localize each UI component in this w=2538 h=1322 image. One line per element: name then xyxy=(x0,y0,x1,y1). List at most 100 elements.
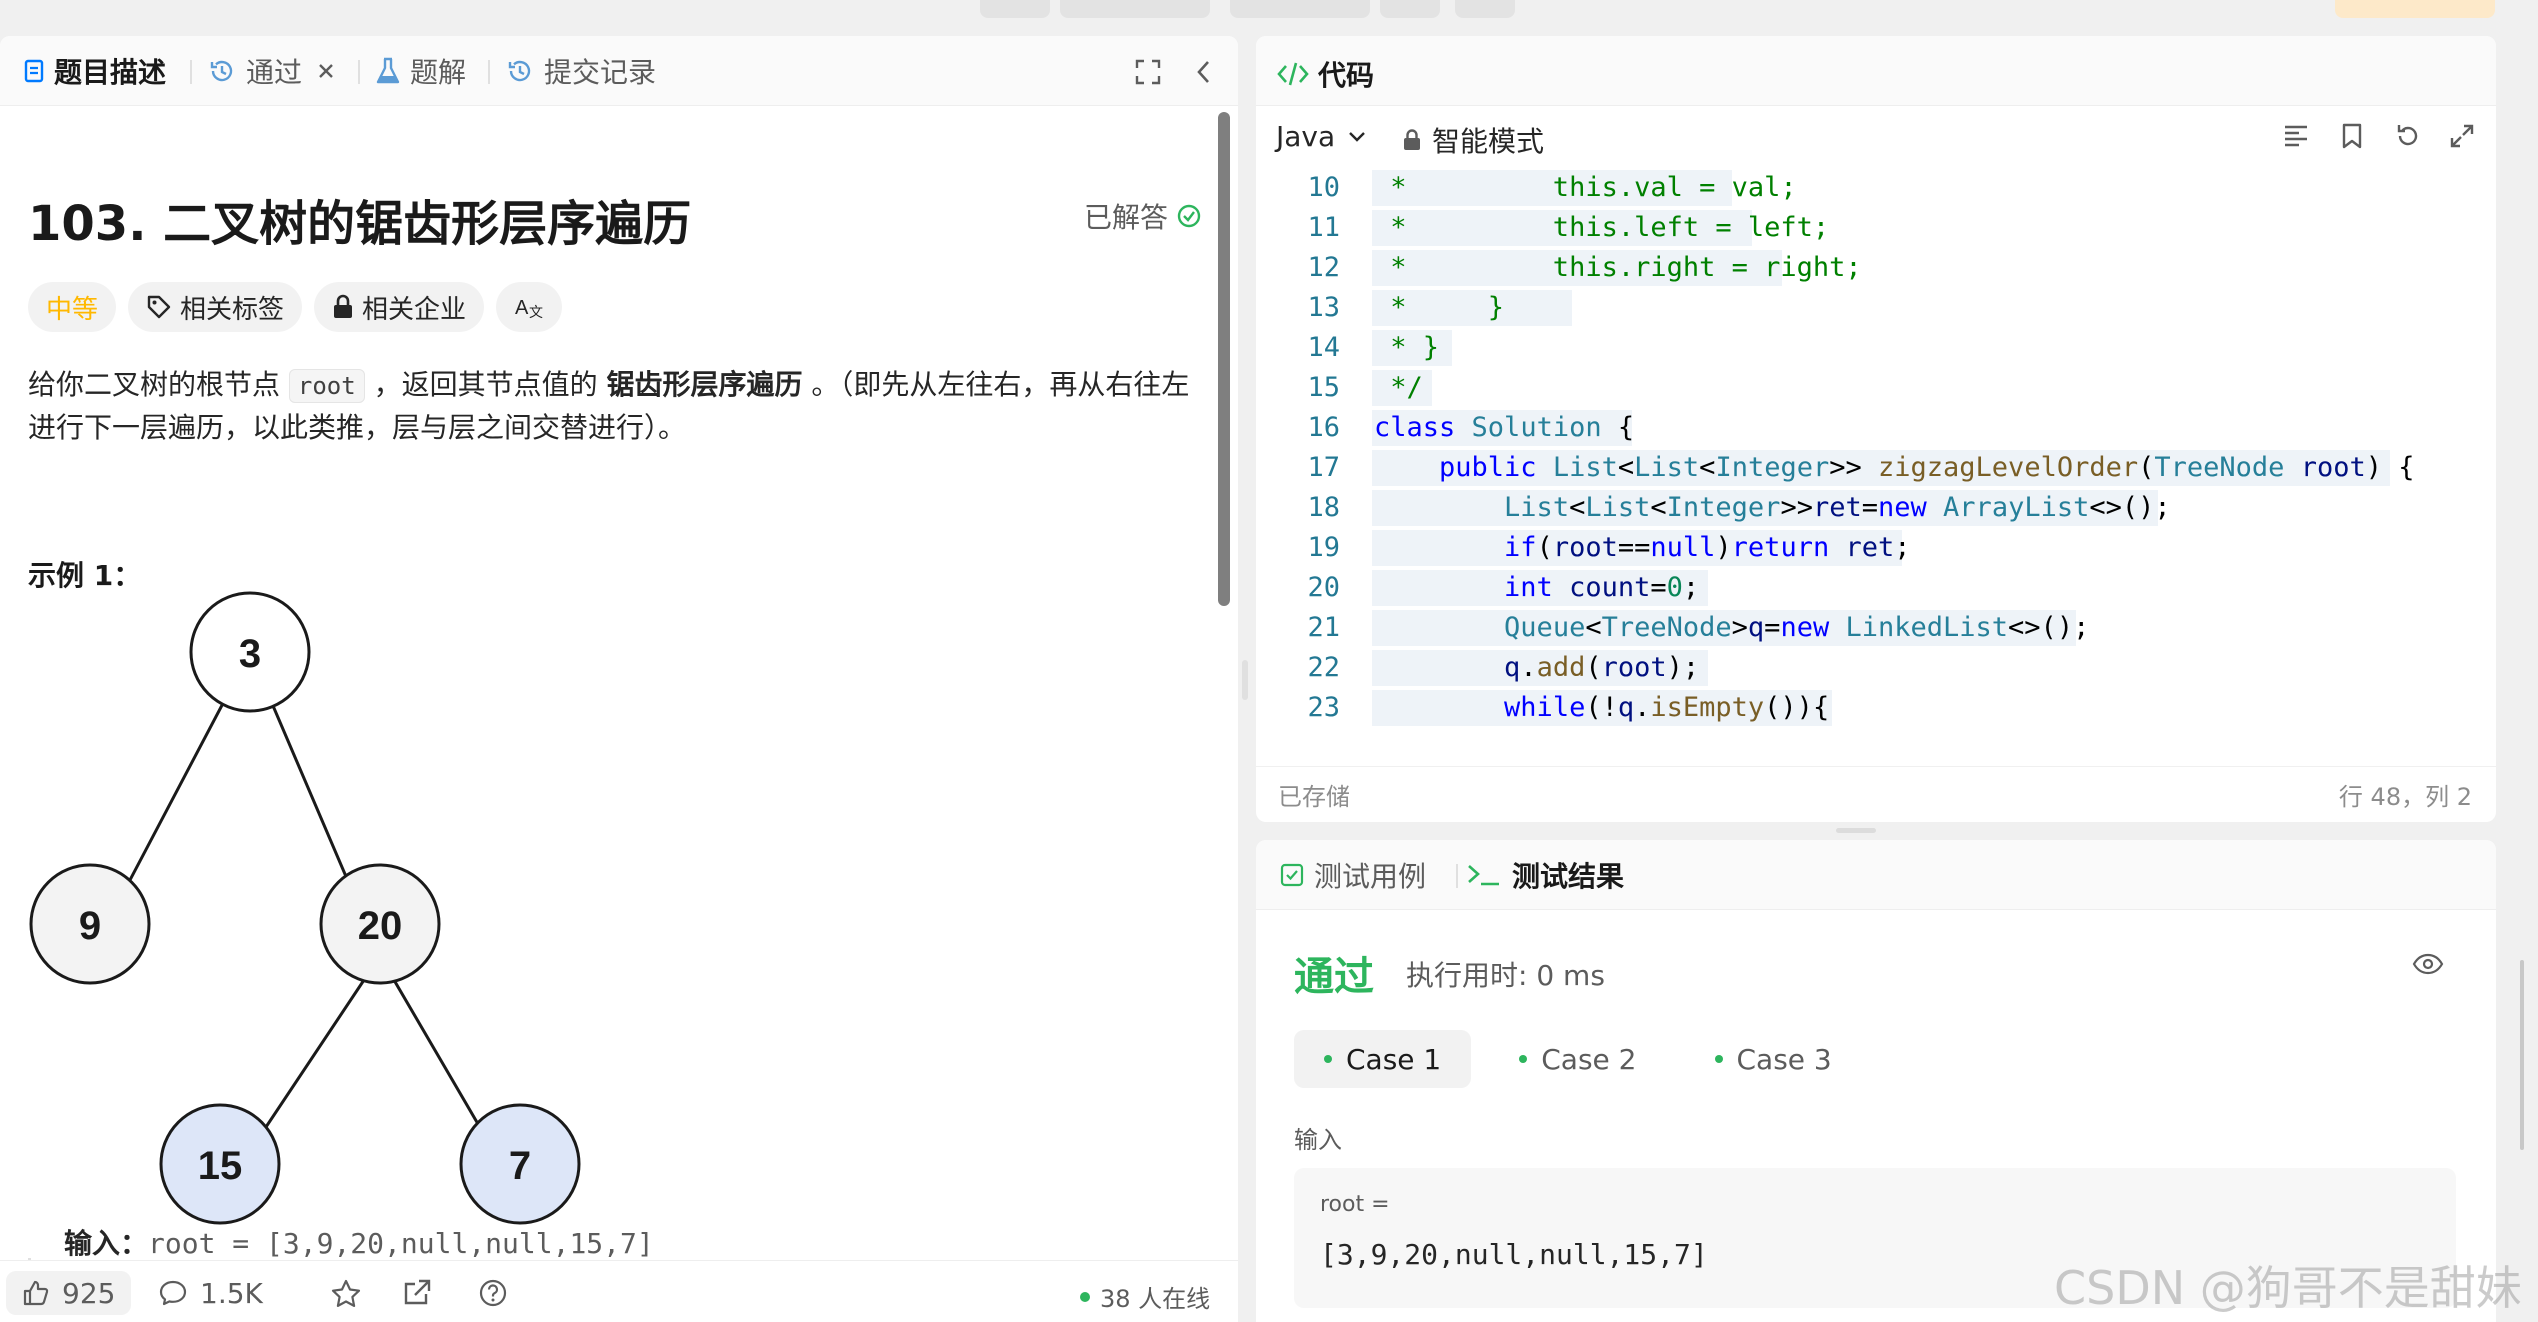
toolbar-button[interactable] xyxy=(1230,0,1370,18)
watermark: CSDN @狗哥不是甜妹 xyxy=(2054,1261,2522,1315)
related-companies-button[interactable]: 相关企业 xyxy=(314,282,485,332)
share-button[interactable] xyxy=(402,1271,432,1315)
pass-dot xyxy=(1324,1055,1332,1063)
code-text: * this.val = val; xyxy=(1374,172,1797,203)
expand-icon[interactable] xyxy=(2444,118,2480,154)
case-label: Case 2 xyxy=(1541,1042,1637,1076)
code-line: 13 * } xyxy=(1256,288,2496,328)
reset-icon[interactable] xyxy=(2390,118,2426,154)
tab-solutions-label: 题解 xyxy=(410,56,467,89)
code-text: */ xyxy=(1374,372,1423,403)
checkbox-icon xyxy=(1280,863,1304,887)
line-number: 13 xyxy=(1307,292,1340,323)
pass-dot xyxy=(1519,1055,1528,1063)
toolbar-button[interactable] xyxy=(2335,0,2495,18)
binary-tree-diagram: 3 9 20 15 7 xyxy=(29,591,581,1225)
format-icon[interactable] xyxy=(2278,118,2314,154)
code-text: * this.left = left; xyxy=(1374,212,1830,243)
code-text: * this.right = right; xyxy=(1374,252,1862,283)
eye-icon[interactable] xyxy=(2412,952,2444,980)
tree-node: 3 xyxy=(189,591,311,713)
desc-text: 给你二叉树的根节点 xyxy=(28,368,289,401)
fullscreen-icon[interactable] xyxy=(1132,56,1164,88)
tag-icon xyxy=(147,295,171,319)
toolbar-button[interactable] xyxy=(980,0,1050,18)
line-number: 19 xyxy=(1307,532,1340,563)
tab-divider xyxy=(1456,864,1458,888)
svg-text:文: 文 xyxy=(529,304,543,320)
code-line: 10 * this.val = val; xyxy=(1256,168,2496,208)
tab-solutions[interactable]: 题解 xyxy=(376,36,466,106)
related-tags-button[interactable]: 相关标签 xyxy=(128,282,303,332)
history-icon xyxy=(210,60,233,82)
code-panel-title: 代码 xyxy=(1276,54,1374,94)
panel-resizer[interactable] xyxy=(1836,828,1876,833)
online-count: 38 人在线 xyxy=(1080,1279,1210,1314)
tab-accepted[interactable]: 通过 xyxy=(208,36,336,106)
code-line: 12 * this.right = right; xyxy=(1256,248,2496,288)
share-icon xyxy=(404,1279,431,1305)
toolbar-button[interactable] xyxy=(1455,0,1515,18)
case-tabs: Case 1 Case 2 Case 3 xyxy=(1294,1030,1862,1088)
input-var-name: root = xyxy=(1320,1192,1390,1217)
tab-description[interactable]: 题目描述 xyxy=(24,36,166,106)
language-label: Java xyxy=(1276,120,1336,153)
line-number: 11 xyxy=(1307,212,1340,243)
lock-icon xyxy=(334,294,353,318)
code-line: 14 * } xyxy=(1256,328,2496,368)
translate-button[interactable]: A文 xyxy=(496,282,563,332)
description-icon xyxy=(24,59,44,83)
code-text: class Solution { xyxy=(1374,412,1635,443)
inline-code: root xyxy=(288,369,365,403)
help-button[interactable] xyxy=(478,1271,508,1315)
online-label: 38 人在线 xyxy=(1100,1285,1211,1313)
case-tab[interactable]: Case 1 xyxy=(1294,1030,1472,1088)
tree-node-label: 3 xyxy=(239,632,261,676)
code-text: List<List<Integer>>ret=new ArrayList<>()… xyxy=(1504,492,2171,523)
tab-divider xyxy=(358,60,360,84)
case-tab[interactable]: Case 2 xyxy=(1489,1030,1666,1088)
desc-text: ，返回其节点值的 xyxy=(364,368,607,401)
like-button[interactable]: 925 xyxy=(6,1271,132,1315)
code-text: * } xyxy=(1374,332,1440,363)
line-number: 17 xyxy=(1307,452,1340,483)
tab-test-result[interactable]: 测试结果 xyxy=(1466,840,1624,910)
toolbar-button[interactable] xyxy=(1060,0,1210,18)
scrollbar[interactable] xyxy=(1218,112,1230,606)
line-number: 18 xyxy=(1307,492,1340,523)
code-text: while(!q.isEmpty()){ xyxy=(1504,692,1830,723)
problem-description: 给你二叉树的根节点 root ，返回其节点值的 锯齿形层序遍历 。（即先从左往右… xyxy=(28,364,1208,449)
flask-icon xyxy=(376,57,400,84)
case-tab[interactable]: Case 3 xyxy=(1685,1030,1862,1088)
toolbar-button[interactable] xyxy=(1380,0,1440,18)
collapse-icon[interactable] xyxy=(1188,56,1220,88)
smart-mode-toggle[interactable]: 智能模式 xyxy=(1402,120,1544,160)
tab-testcases[interactable]: 测试用例 xyxy=(1280,840,1426,910)
close-icon[interactable] xyxy=(316,61,336,81)
online-dot xyxy=(1080,1291,1090,1302)
favorite-button[interactable] xyxy=(330,1271,362,1315)
tab-test-result-label: 测试结果 xyxy=(1512,860,1625,893)
case-label: Case 1 xyxy=(1346,1042,1442,1076)
code-text: * } xyxy=(1374,292,1505,323)
comments-button[interactable]: 1.5K xyxy=(158,1271,263,1315)
check-circle-icon xyxy=(1177,204,1201,228)
tree-node: 20 xyxy=(319,863,441,985)
tab-submissions[interactable]: 提交记录 xyxy=(506,36,656,106)
line-number: 10 xyxy=(1307,172,1340,203)
panel-resizer[interactable] xyxy=(1242,660,1248,700)
related-companies-label: 相关企业 xyxy=(362,294,467,325)
runtime-label: 执行用时: 0 ms xyxy=(1406,959,1605,992)
terminal-icon xyxy=(1468,865,1499,886)
bookmark-icon[interactable] xyxy=(2334,118,2370,154)
line-number: 22 xyxy=(1307,652,1340,683)
language-select[interactable]: Java xyxy=(1276,120,1367,153)
tree-node-label: 15 xyxy=(198,1144,243,1188)
thumbs-up-icon xyxy=(23,1280,49,1306)
code-line: 21 Queue<TreeNode>q=new LinkedList<>(); xyxy=(1256,608,2496,648)
solved-status: 已解答 xyxy=(1084,196,1202,236)
window-edge xyxy=(2506,0,2538,1322)
example-input: 输入：root = [3,9,20,null,null,15,7] xyxy=(64,1222,654,1262)
code-area[interactable]: 10 * this.val = val; 11 * this.left = le… xyxy=(1256,168,2496,768)
star-icon xyxy=(331,1279,361,1307)
